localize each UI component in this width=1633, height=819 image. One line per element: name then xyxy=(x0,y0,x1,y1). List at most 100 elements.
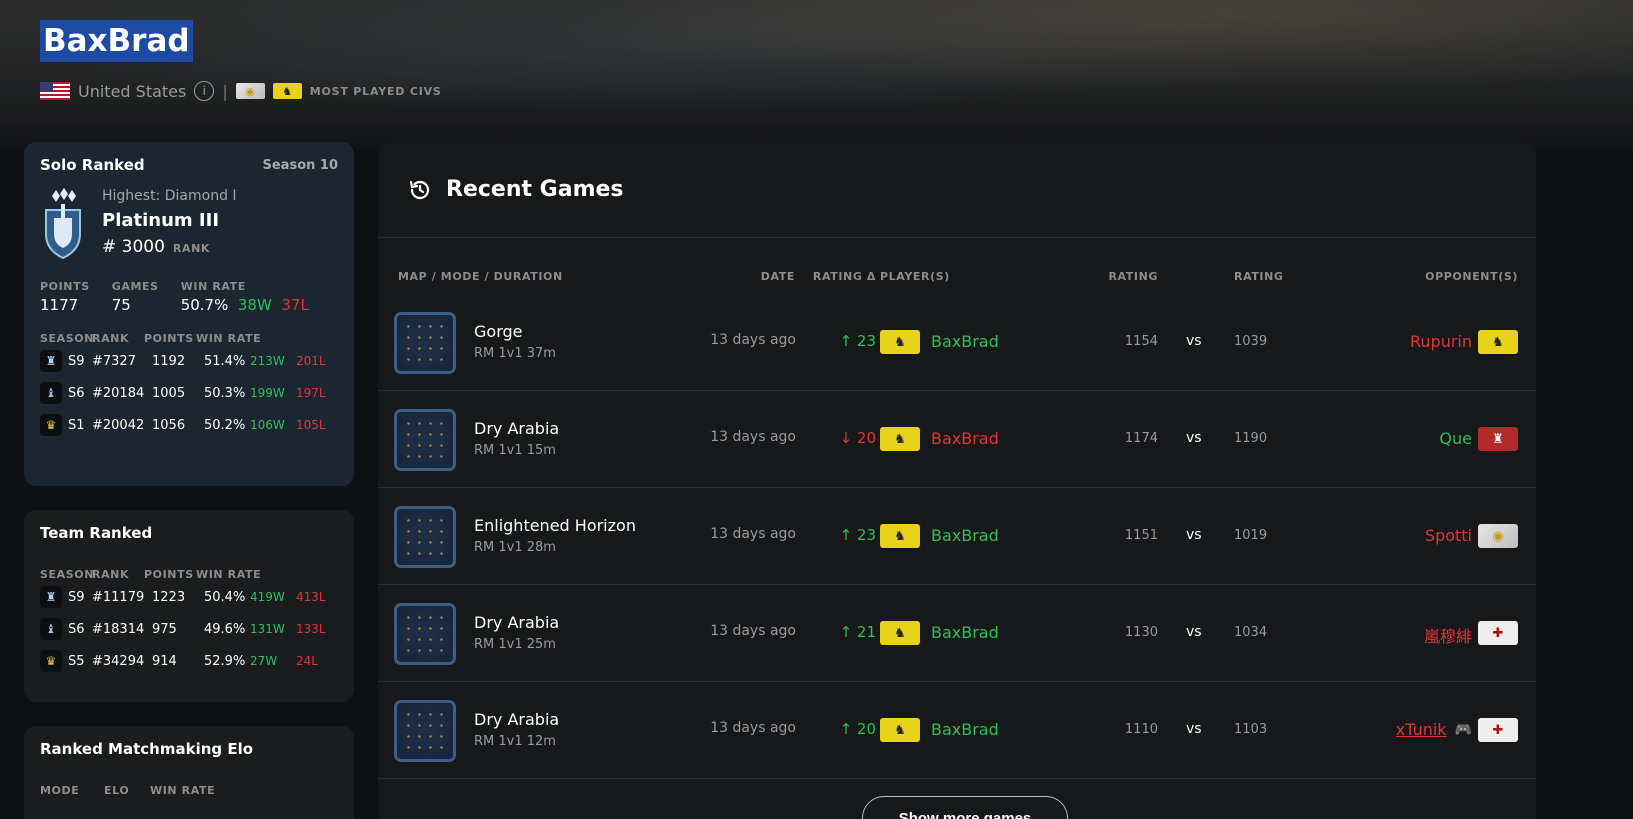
opponent-rating: 1034 xyxy=(1234,625,1268,640)
season-rank-icon: ♛ xyxy=(40,414,62,436)
player-name-link[interactable]: BaxBrad xyxy=(931,332,999,351)
opponent-civ-icon: ✚ xyxy=(1478,718,1518,742)
game-date: 13 days ago xyxy=(710,623,796,639)
col-winrate: WIN RATE xyxy=(196,568,262,581)
col-season: SEASON xyxy=(40,332,95,345)
controller-icon: 🎮 xyxy=(1454,721,1472,738)
opponent-name-link[interactable]: Que xyxy=(1439,429,1472,448)
map-mode: RM 1v1 15m xyxy=(474,443,556,458)
rating-delta: ↑ 23 xyxy=(839,332,876,350)
rating-delta: ↑ 21 xyxy=(839,623,876,641)
player-name-link[interactable]: BaxBrad xyxy=(931,429,999,448)
season-row: ♜ S9 #11179 1223 50.4% 419W 413L xyxy=(40,581,338,613)
opponent-name-link[interactable]: xTunik xyxy=(1396,720,1447,739)
game-row[interactable]: Gorge RM 1v1 37m 13 days ago ↑ 23 ♞ BaxBrad 11… xyxy=(378,294,1536,391)
player-rating: 1154 xyxy=(1124,334,1158,349)
winrate-value: 50.7% xyxy=(180,296,229,314)
civ-flag-icon[interactable]: ♞ xyxy=(272,83,302,99)
season-cell: ♜ S9 xyxy=(40,586,92,608)
show-more-games-button[interactable]: Show more games xyxy=(862,796,1068,819)
col-date: DATE xyxy=(760,270,795,283)
current-tier: Platinum III xyxy=(102,210,220,231)
season-label: S9 xyxy=(68,353,85,369)
rank-cell: #7327 xyxy=(92,353,136,369)
map-thumbnail[interactable] xyxy=(394,700,456,762)
map-thumbnail[interactable] xyxy=(394,409,456,471)
points-cell: 1005 xyxy=(152,385,186,401)
game-row[interactable]: Enlightened Horizon RM 1v1 28m 13 days ago… xyxy=(378,488,1536,585)
player-civ-icon: ♞ xyxy=(880,524,920,548)
panel-title: Solo Ranked xyxy=(40,156,145,174)
rank-cell: #11179 xyxy=(92,589,145,605)
separator: | xyxy=(222,81,228,101)
winrate-cell: 50.3% xyxy=(204,385,246,401)
losses-cell: 413L xyxy=(296,590,326,604)
col-season: SEASON xyxy=(40,568,95,581)
season-cell: ♝ S6 xyxy=(40,382,92,404)
map-name: Dry Arabia xyxy=(474,710,560,729)
opponent-cell: xTunik 🎮 xyxy=(1396,720,1472,739)
season-row: ♛ S1 #20042 1056 50.2% 106W 105L xyxy=(40,409,338,441)
opponent-cell: 嵐穆緋 xyxy=(1424,623,1472,647)
opponent-cell: Spotti xyxy=(1425,526,1472,545)
col-winrate: WIN RATE xyxy=(150,784,216,797)
player-rating: 1130 xyxy=(1124,625,1158,640)
wins-cell: 106W xyxy=(250,418,285,432)
season-cell: ♝ S6 xyxy=(40,618,92,640)
map-mode: RM 1v1 28m xyxy=(474,540,556,555)
map-name: Dry Arabia xyxy=(474,613,560,632)
player-name-link[interactable]: BaxBrad xyxy=(931,720,999,739)
opponent-civ-icon: ♞ xyxy=(1478,330,1518,354)
opponent-rating: 1103 xyxy=(1234,722,1268,737)
map-mode: RM 1v1 12m xyxy=(474,734,556,749)
opponent-rating: 1019 xyxy=(1234,528,1268,543)
season-table-header: SEASON RANK POINTS WIN RATE xyxy=(40,332,338,345)
player-name: BaxBrad xyxy=(40,20,193,62)
rating-delta: ↑ 20 xyxy=(839,720,876,738)
losses-cell: 201L xyxy=(296,354,326,368)
losses-value: 37L xyxy=(281,296,309,314)
season-label: S1 xyxy=(68,417,85,433)
map-name: Gorge xyxy=(474,322,523,341)
vs-label: vs xyxy=(1186,721,1202,737)
losses-cell: 133L xyxy=(296,622,326,636)
opponent-name-link[interactable]: Rupurin xyxy=(1410,332,1472,351)
points-cell: 1056 xyxy=(152,417,186,433)
recent-games-panel: Recent Games MAP / MODE / DURATION DATE … xyxy=(378,142,1536,819)
col-winrate: WIN RATE xyxy=(196,332,262,345)
civ-flag-icon[interactable]: ◉ xyxy=(235,83,265,99)
season-label: S6 xyxy=(68,621,85,637)
country-label: United States xyxy=(78,81,187,101)
map-thumbnail[interactable] xyxy=(394,603,456,665)
player-rating: 1110 xyxy=(1124,722,1158,737)
season-cell: ♛ S5 xyxy=(40,650,92,672)
map-mode: RM 1v1 37m xyxy=(474,346,556,361)
map-thumbnail[interactable] xyxy=(394,312,456,374)
rating-delta: ↓ 20 xyxy=(839,429,876,447)
season-label: S9 xyxy=(68,589,85,605)
profile-meta: United States i | ◉ ♞ MOST PLAYED CIVS xyxy=(40,80,442,102)
game-row[interactable]: Dry Arabia RM 1v1 25m 13 days ago ↑ 21 ♞ BaxB… xyxy=(378,585,1536,682)
season-rank-icon: ♜ xyxy=(40,350,62,372)
player-civ-icon: ♞ xyxy=(880,427,920,451)
game-row[interactable]: Dry Arabia RM 1v1 15m 13 days ago ↓ 20 ♞ BaxB… xyxy=(378,391,1536,488)
opponent-name-link[interactable]: Spotti xyxy=(1425,526,1472,545)
game-row[interactable]: Dry Arabia RM 1v1 12m 13 days ago ↑ 20 ♞ BaxB… xyxy=(378,682,1536,779)
winrate-cell: 50.4% xyxy=(204,589,246,605)
col-rating: RATING xyxy=(1108,270,1158,283)
winrate-label: WIN RATE xyxy=(180,280,246,293)
rating-delta: ↑ 23 xyxy=(839,526,876,544)
player-name-link[interactable]: BaxBrad xyxy=(931,623,999,642)
col-rating-delta: RATING Δ xyxy=(812,270,876,283)
player-name-link[interactable]: BaxBrad xyxy=(931,526,999,545)
winrate-cell: 49.6% xyxy=(204,621,246,637)
rank-number: # 3000 xyxy=(102,237,165,257)
elo-table-header: MODE ELO WIN RATE xyxy=(40,784,338,797)
most-played-civs-label: MOST PLAYED CIVS xyxy=(309,84,442,98)
opponent-name-link[interactable]: 嵐穆緋 xyxy=(1424,623,1472,647)
map-thumbnail[interactable] xyxy=(394,506,456,568)
col-rank: RANK xyxy=(92,332,130,345)
elo-panel: Ranked Matchmaking Elo MODE ELO WIN RATE xyxy=(24,726,354,819)
info-icon[interactable]: i xyxy=(194,81,215,101)
games-value: 75 xyxy=(111,296,131,314)
